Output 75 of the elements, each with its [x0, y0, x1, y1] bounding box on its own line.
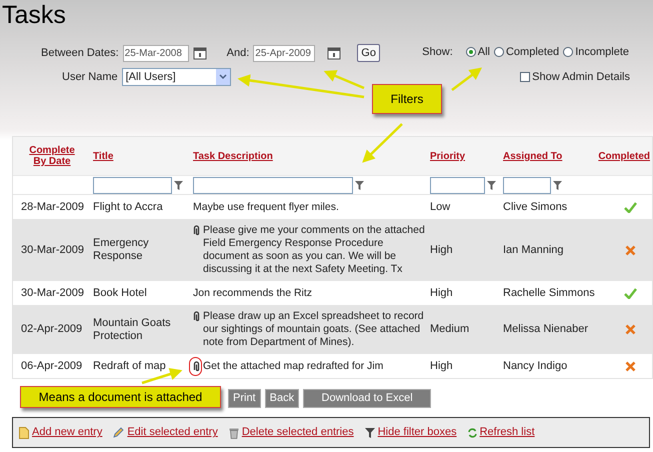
filter-field[interactable] — [430, 177, 485, 194]
user-select[interactable]: [All Users] — [122, 68, 231, 86]
table-cell-text: Ian Manning — [502, 244, 565, 256]
radio-option[interactable]: Completed — [494, 44, 560, 60]
document-icon — [19, 426, 29, 438]
filter-icon[interactable] — [355, 181, 364, 190]
table-cell-text: Emergency Response — [92, 237, 150, 263]
table-cell: Jon recommends the Ritz — [193, 286, 312, 300]
table-cell: Get the attached map redrafted for Jim — [203, 360, 384, 372]
filter-field[interactable] — [93, 177, 172, 194]
toolbar-link[interactable]: Edit selected entry — [127, 424, 218, 441]
calendar-icon[interactable] — [327, 46, 342, 60]
admin-checkbox[interactable]: Show Admin Details — [520, 68, 630, 85]
toolbar-link[interactable]: Hide filter boxes — [378, 424, 457, 441]
filter-icon[interactable] — [553, 181, 562, 190]
action-button[interactable]: Download to Excel — [303, 389, 432, 408]
toolbar-link[interactable]: Add new entry — [32, 424, 102, 441]
field-label: And: — [226, 46, 250, 61]
table-cell-text: Melissa Nienaber — [502, 323, 589, 336]
table-cell-text: High — [429, 286, 454, 300]
calendar-icon[interactable] — [192, 46, 207, 60]
table-cell-text: High — [429, 244, 454, 256]
action-button[interactable]: Back — [264, 389, 300, 408]
pencil-icon — [113, 427, 124, 438]
table-cell-text: Mountain Goats Protection — [92, 316, 172, 342]
table-cell-text: Nancy Indigo — [502, 360, 568, 372]
paperclip-icon — [193, 225, 200, 236]
filter-icon — [364, 428, 375, 438]
table-cell-text: 30-Mar-2009 — [20, 286, 85, 300]
action-button[interactable]: Print — [228, 389, 261, 408]
table-cell-text: Please draw up an Excel spreadsheet to record our sightings of mountain goats. (See attached note from Department of Mines). — [203, 310, 425, 349]
column-header[interactable]: Task Description — [193, 150, 273, 162]
radio-option[interactable]: All — [466, 44, 490, 60]
toolbar-link[interactable]: Refresh list — [480, 424, 535, 441]
column-header[interactable]: Title — [93, 150, 114, 162]
table-cell: Please give me your comments on the attached Field Emergency Response Procedure document as soon as you can. We will be discussing it at the next Safety Meeting. Tx — [203, 224, 426, 276]
callout: Means a document is attached — [20, 386, 221, 408]
table-cell-text: Book Hotel — [92, 286, 148, 300]
paperclip-icon — [193, 360, 200, 372]
callout: Filters — [372, 84, 442, 114]
table-cell-text: Redraft of map — [92, 360, 167, 372]
column-header[interactable]: Complete By Date — [23, 145, 81, 167]
arrow — [451, 68, 482, 91]
page-title: Tasks — [1, 0, 66, 28]
caret-icon — [216, 69, 230, 85]
toolbar-link[interactable]: Delete selected entries — [242, 424, 354, 441]
table-cell-text: 28-Mar-2009 — [20, 200, 85, 214]
table-cell-text: 06-Apr-2009 — [20, 360, 84, 372]
date-field[interactable]: 25-Apr-2009 — [253, 44, 316, 62]
refresh-icon — [468, 428, 477, 438]
arrow — [362, 123, 403, 163]
go-button[interactable]: Go — [357, 44, 380, 62]
table-cell-text: 02-Apr-2009 — [20, 323, 84, 336]
table-cell-text: Medium — [429, 323, 470, 336]
filter-icon[interactable] — [174, 181, 183, 190]
table-cell: Maybe use frequent flyer miles. — [193, 200, 339, 214]
filter-field[interactable] — [503, 177, 551, 194]
table-cell-text: Rachelle Simmons — [502, 286, 596, 300]
filter-field[interactable] — [193, 177, 353, 194]
trash-icon — [228, 426, 239, 438]
table-cell-text: Clive Simons — [502, 200, 568, 214]
table-cell-text: 30-Mar-2009 — [20, 244, 85, 256]
column-header[interactable]: Assigned To — [503, 150, 562, 162]
field-label: User Name — [62, 70, 118, 85]
table-cell-text: Flight to Accra — [92, 200, 164, 214]
table-cell-text: High — [429, 360, 454, 372]
date-field[interactable]: 25-Mar-2008 — [122, 44, 189, 62]
table-cell-text: Low — [429, 200, 452, 214]
filter-icon[interactable] — [487, 181, 496, 190]
column-header[interactable]: Completed — [598, 148, 650, 164]
paperclip-icon — [193, 311, 200, 322]
column-header[interactable]: Priority — [430, 150, 466, 162]
field-label: Show: — [422, 45, 453, 60]
field-label: Between Dates: — [41, 46, 119, 61]
radio-option[interactable]: Incomplete — [563, 44, 629, 60]
